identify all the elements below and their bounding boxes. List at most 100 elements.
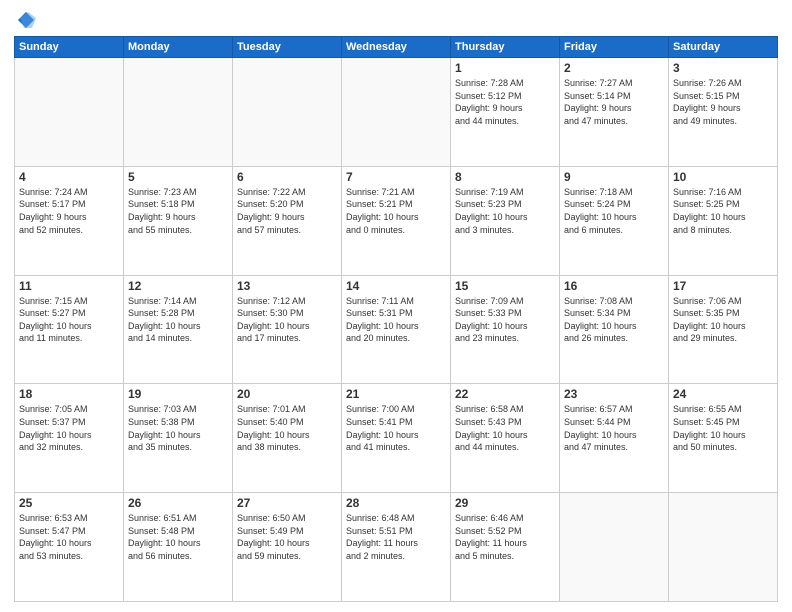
day-info: Sunrise: 7:18 AM Sunset: 5:24 PM Dayligh… <box>564 186 664 236</box>
logo-icon <box>16 10 36 30</box>
calendar-cell: 19 Sunrise: 7:03 AM Sunset: 5:38 PM Dayli… <box>124 384 233 493</box>
calendar-cell: 3 Sunrise: 7:26 AM Sunset: 5:15 PM Daylig… <box>669 58 778 167</box>
calendar-cell <box>233 58 342 167</box>
day-info: Sunrise: 7:05 AM Sunset: 5:37 PM Dayligh… <box>19 403 119 453</box>
weekday-header-thursday: Thursday <box>451 37 560 58</box>
day-number: 10 <box>673 170 773 184</box>
week-row-4: 18 Sunrise: 7:05 AM Sunset: 5:37 PM Dayli… <box>15 384 778 493</box>
calendar-cell: 26 Sunrise: 6:51 AM Sunset: 5:48 PM Dayli… <box>124 493 233 602</box>
calendar-cell <box>342 58 451 167</box>
day-number: 18 <box>19 387 119 401</box>
day-number: 19 <box>128 387 228 401</box>
calendar-cell: 27 Sunrise: 6:50 AM Sunset: 5:49 PM Dayli… <box>233 493 342 602</box>
day-info: Sunrise: 6:57 AM Sunset: 5:44 PM Dayligh… <box>564 403 664 453</box>
calendar-cell: 8 Sunrise: 7:19 AM Sunset: 5:23 PM Daylig… <box>451 166 560 275</box>
day-number: 29 <box>455 496 555 510</box>
calendar-cell: 20 Sunrise: 7:01 AM Sunset: 5:40 PM Dayli… <box>233 384 342 493</box>
day-number: 13 <box>237 279 337 293</box>
day-number: 8 <box>455 170 555 184</box>
day-number: 4 <box>19 170 119 184</box>
calendar-cell: 16 Sunrise: 7:08 AM Sunset: 5:34 PM Dayli… <box>560 275 669 384</box>
page: SundayMondayTuesdayWednesdayThursdayFrid… <box>0 0 792 612</box>
calendar-cell: 6 Sunrise: 7:22 AM Sunset: 5:20 PM Daylig… <box>233 166 342 275</box>
day-number: 15 <box>455 279 555 293</box>
day-info: Sunrise: 7:11 AM Sunset: 5:31 PM Dayligh… <box>346 295 446 345</box>
calendar-cell <box>15 58 124 167</box>
day-info: Sunrise: 7:09 AM Sunset: 5:33 PM Dayligh… <box>455 295 555 345</box>
weekday-header-monday: Monday <box>124 37 233 58</box>
day-info: Sunrise: 7:28 AM Sunset: 5:12 PM Dayligh… <box>455 77 555 127</box>
day-info: Sunrise: 7:21 AM Sunset: 5:21 PM Dayligh… <box>346 186 446 236</box>
weekday-header-friday: Friday <box>560 37 669 58</box>
day-number: 17 <box>673 279 773 293</box>
day-info: Sunrise: 6:48 AM Sunset: 5:51 PM Dayligh… <box>346 512 446 562</box>
calendar-cell: 22Sunrise: 6:58 AM Sunset: 5:43 PM Dayli… <box>451 384 560 493</box>
weekday-header-sunday: Sunday <box>15 37 124 58</box>
day-number: 26 <box>128 496 228 510</box>
calendar-cell: 17Sunrise: 7:06 AM Sunset: 5:35 PM Dayli… <box>669 275 778 384</box>
day-number: 24 <box>673 387 773 401</box>
weekday-header-tuesday: Tuesday <box>233 37 342 58</box>
weekday-header-row: SundayMondayTuesdayWednesdayThursdayFrid… <box>15 37 778 58</box>
day-number: 2 <box>564 61 664 75</box>
calendar-cell: 10Sunrise: 7:16 AM Sunset: 5:25 PM Dayli… <box>669 166 778 275</box>
calendar-cell: 13Sunrise: 7:12 AM Sunset: 5:30 PM Dayli… <box>233 275 342 384</box>
day-info: Sunrise: 7:22 AM Sunset: 5:20 PM Dayligh… <box>237 186 337 236</box>
day-info: Sunrise: 6:51 AM Sunset: 5:48 PM Dayligh… <box>128 512 228 562</box>
day-info: Sunrise: 7:19 AM Sunset: 5:23 PM Dayligh… <box>455 186 555 236</box>
day-info: Sunrise: 7:14 AM Sunset: 5:28 PM Dayligh… <box>128 295 228 345</box>
calendar-cell: 28 Sunrise: 6:48 AM Sunset: 5:51 PM Dayli… <box>342 493 451 602</box>
day-info: Sunrise: 6:58 AM Sunset: 5:43 PM Dayligh… <box>455 403 555 453</box>
day-info: Sunrise: 7:08 AM Sunset: 5:34 PM Dayligh… <box>564 295 664 345</box>
day-number: 21 <box>346 387 446 401</box>
day-number: 14 <box>346 279 446 293</box>
day-number: 27 <box>237 496 337 510</box>
day-number: 6 <box>237 170 337 184</box>
week-row-1: 1 Sunrise: 7:28 AM Sunset: 5:12 PM Daylig… <box>15 58 778 167</box>
calendar-cell: 4Sunrise: 7:24 AM Sunset: 5:17 PM Daylig… <box>15 166 124 275</box>
calendar-cell: 21 Sunrise: 7:00 AM Sunset: 5:41 PM Dayli… <box>342 384 451 493</box>
day-info: Sunrise: 6:46 AM Sunset: 5:52 PM Dayligh… <box>455 512 555 562</box>
calendar-cell: 2Sunrise: 7:27 AM Sunset: 5:14 PM Daylig… <box>560 58 669 167</box>
day-number: 5 <box>128 170 228 184</box>
calendar-cell: 18 Sunrise: 7:05 AM Sunset: 5:37 PM Dayli… <box>15 384 124 493</box>
day-number: 28 <box>346 496 446 510</box>
calendar-cell: 14 Sunrise: 7:11 AM Sunset: 5:31 PM Dayli… <box>342 275 451 384</box>
day-number: 25 <box>19 496 119 510</box>
weekday-header-saturday: Saturday <box>669 37 778 58</box>
day-number: 3 <box>673 61 773 75</box>
day-info: Sunrise: 7:15 AM Sunset: 5:27 PM Dayligh… <box>19 295 119 345</box>
day-info: Sunrise: 7:01 AM Sunset: 5:40 PM Dayligh… <box>237 403 337 453</box>
day-number: 9 <box>564 170 664 184</box>
day-info: Sunrise: 7:00 AM Sunset: 5:41 PM Dayligh… <box>346 403 446 453</box>
calendar-cell <box>124 58 233 167</box>
calendar-cell: 12 Sunrise: 7:14 AM Sunset: 5:28 PM Dayli… <box>124 275 233 384</box>
day-number: 11 <box>19 279 119 293</box>
week-row-3: 11 Sunrise: 7:15 AM Sunset: 5:27 PM Dayli… <box>15 275 778 384</box>
calendar-cell: 5 Sunrise: 7:23 AM Sunset: 5:18 PM Daylig… <box>124 166 233 275</box>
calendar-cell: 11 Sunrise: 7:15 AM Sunset: 5:27 PM Dayli… <box>15 275 124 384</box>
day-info: Sunrise: 6:50 AM Sunset: 5:49 PM Dayligh… <box>237 512 337 562</box>
calendar-cell: 15 Sunrise: 7:09 AM Sunset: 5:33 PM Dayli… <box>451 275 560 384</box>
week-row-2: 4Sunrise: 7:24 AM Sunset: 5:17 PM Daylig… <box>15 166 778 275</box>
logo <box>14 10 36 30</box>
calendar-cell: 9 Sunrise: 7:18 AM Sunset: 5:24 PM Daylig… <box>560 166 669 275</box>
calendar-cell <box>669 493 778 602</box>
day-number: 20 <box>237 387 337 401</box>
day-info: Sunrise: 7:03 AM Sunset: 5:38 PM Dayligh… <box>128 403 228 453</box>
calendar-cell: 7 Sunrise: 7:21 AM Sunset: 5:21 PM Daylig… <box>342 166 451 275</box>
day-info: Sunrise: 7:26 AM Sunset: 5:15 PM Dayligh… <box>673 77 773 127</box>
week-row-5: 25Sunrise: 6:53 AM Sunset: 5:47 PM Dayli… <box>15 493 778 602</box>
day-number: 16 <box>564 279 664 293</box>
day-number: 1 <box>455 61 555 75</box>
header <box>14 10 778 30</box>
calendar-cell <box>560 493 669 602</box>
weekday-header-wednesday: Wednesday <box>342 37 451 58</box>
calendar-cell: 25Sunrise: 6:53 AM Sunset: 5:47 PM Dayli… <box>15 493 124 602</box>
day-number: 12 <box>128 279 228 293</box>
day-number: 23 <box>564 387 664 401</box>
day-info: Sunrise: 7:23 AM Sunset: 5:18 PM Dayligh… <box>128 186 228 236</box>
calendar-cell: 24 Sunrise: 6:55 AM Sunset: 5:45 PM Dayli… <box>669 384 778 493</box>
day-info: Sunrise: 6:55 AM Sunset: 5:45 PM Dayligh… <box>673 403 773 453</box>
day-number: 7 <box>346 170 446 184</box>
